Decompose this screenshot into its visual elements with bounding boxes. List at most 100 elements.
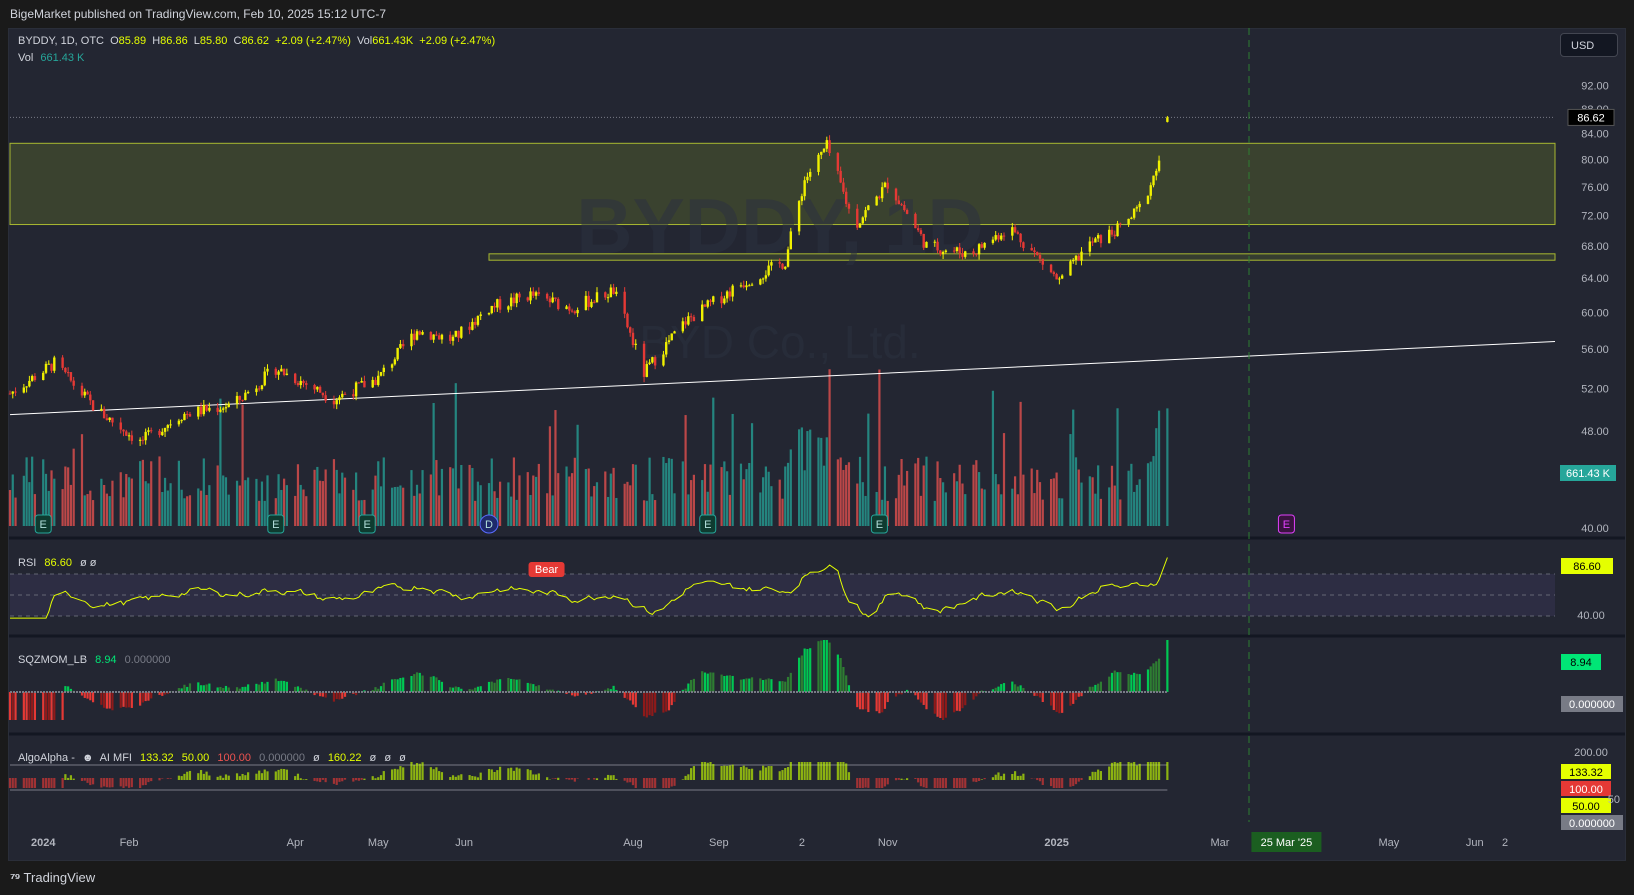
mfi-value-5: ø bbox=[313, 752, 320, 764]
earnings-marker[interactable]: D bbox=[479, 514, 499, 534]
candle-body bbox=[86, 391, 89, 395]
candle-body bbox=[476, 315, 480, 325]
candle-body bbox=[144, 431, 147, 441]
volume-bar bbox=[1055, 472, 1058, 526]
volume-bar bbox=[723, 461, 726, 526]
sqz-bar bbox=[91, 692, 95, 703]
candle-body bbox=[396, 347, 399, 360]
mfi-fill bbox=[800, 762, 803, 780]
candle-body bbox=[490, 305, 493, 314]
mfi-value-1: 133.32 bbox=[140, 752, 174, 764]
mfi-fill bbox=[1041, 778, 1044, 785]
candle-body bbox=[875, 196, 878, 206]
mfi-fill bbox=[570, 778, 574, 780]
volume-bar bbox=[415, 484, 419, 526]
sqz-bar bbox=[119, 692, 122, 708]
volume-bar bbox=[944, 492, 947, 526]
mfi-fill bbox=[778, 771, 781, 780]
volume-bar bbox=[449, 467, 452, 526]
sqz-bar bbox=[836, 654, 839, 692]
volume-bar bbox=[939, 478, 942, 526]
candle-body bbox=[975, 253, 978, 255]
sqz-bar bbox=[25, 692, 28, 720]
volume-bar bbox=[557, 473, 560, 526]
mfi-fill bbox=[1155, 762, 1158, 780]
candle-body bbox=[150, 430, 153, 432]
mfi-fill bbox=[822, 762, 826, 780]
volume-bar bbox=[770, 486, 773, 526]
candle-body bbox=[964, 251, 967, 257]
volume-bar bbox=[894, 498, 898, 526]
price-tick-label: 48.00 bbox=[1581, 426, 1609, 438]
sqz-bar bbox=[955, 692, 959, 711]
volume-bar bbox=[742, 479, 745, 526]
mfi-fill bbox=[557, 777, 560, 780]
mfi-fill bbox=[451, 775, 455, 780]
volume-bar bbox=[1088, 476, 1091, 526]
volume-bar bbox=[941, 482, 945, 526]
volume-bar bbox=[260, 481, 264, 526]
volume-bar bbox=[1077, 469, 1080, 526]
volume-bar bbox=[1022, 474, 1025, 526]
sqz-bar bbox=[703, 672, 707, 692]
mfi-fill bbox=[28, 778, 31, 788]
volume-bar bbox=[537, 463, 540, 526]
candle-body bbox=[108, 417, 111, 420]
candle-body bbox=[925, 241, 928, 248]
candle-body bbox=[651, 357, 654, 363]
volume-bar bbox=[955, 481, 959, 526]
mfi-fill bbox=[89, 778, 92, 786]
sqz-bar bbox=[144, 692, 147, 702]
mfi-fill bbox=[415, 763, 419, 780]
mfi-fill bbox=[108, 778, 111, 788]
sqz-bar bbox=[739, 679, 743, 692]
candle-body bbox=[1041, 258, 1044, 265]
candle-body bbox=[8, 393, 12, 395]
mfi-fill bbox=[573, 778, 576, 782]
candle-body bbox=[1113, 234, 1116, 237]
footer-logo[interactable]: ⁷⁹ TradingView bbox=[10, 870, 95, 885]
volume-bar bbox=[122, 497, 125, 526]
candle-body bbox=[338, 397, 341, 401]
sqz-bar bbox=[413, 674, 416, 692]
currency-button[interactable]: USD bbox=[1560, 33, 1618, 57]
mfi-fill bbox=[905, 778, 909, 780]
sqz-bar bbox=[662, 692, 665, 713]
earnings-marker[interactable]: E bbox=[1277, 514, 1295, 534]
volume-bar bbox=[861, 482, 864, 526]
candle-body bbox=[341, 393, 344, 398]
sqz-bar bbox=[1058, 692, 1061, 714]
volume-bar bbox=[199, 490, 203, 526]
earnings-marker[interactable]: E bbox=[267, 514, 285, 534]
sqz-label[interactable]: SQZMOM_LB bbox=[18, 654, 87, 666]
volume-bar bbox=[161, 491, 164, 526]
mfi-fill bbox=[33, 778, 37, 788]
sqz-bar bbox=[105, 692, 109, 709]
earnings-marker[interactable]: E bbox=[870, 514, 888, 534]
sqz-bar bbox=[667, 692, 671, 711]
sqz-bar bbox=[767, 678, 770, 692]
earnings-marker[interactable]: E bbox=[34, 514, 52, 534]
earnings-marker-label: E bbox=[876, 519, 883, 531]
mfi-fill bbox=[399, 766, 402, 780]
price-tick-label: 40.00 bbox=[1581, 523, 1609, 535]
candle-body bbox=[169, 424, 172, 426]
volume-bar bbox=[1058, 498, 1061, 526]
volume-bar bbox=[119, 472, 122, 526]
sqz-bar bbox=[1069, 692, 1072, 706]
volume-bar bbox=[432, 403, 435, 526]
mfi-fill bbox=[739, 766, 743, 780]
volume-bar bbox=[900, 459, 903, 526]
sqz-bar bbox=[490, 681, 493, 692]
mfi-fill bbox=[396, 769, 399, 780]
legend-symbol[interactable]: BYDDY, 1D, OTC bbox=[18, 35, 104, 47]
mfi-label[interactable]: AlgoAlpha - bbox=[18, 752, 75, 764]
earnings-marker[interactable]: E bbox=[358, 514, 376, 534]
candle-body bbox=[534, 292, 538, 296]
candle-body bbox=[673, 331, 676, 334]
earnings-marker[interactable]: E bbox=[699, 514, 717, 534]
rsi-label[interactable]: RSI bbox=[18, 557, 36, 569]
volume-legend-label[interactable]: Vol bbox=[18, 52, 33, 64]
mfi-fill bbox=[1080, 778, 1083, 780]
price-tick-label: 84.00 bbox=[1581, 129, 1609, 141]
